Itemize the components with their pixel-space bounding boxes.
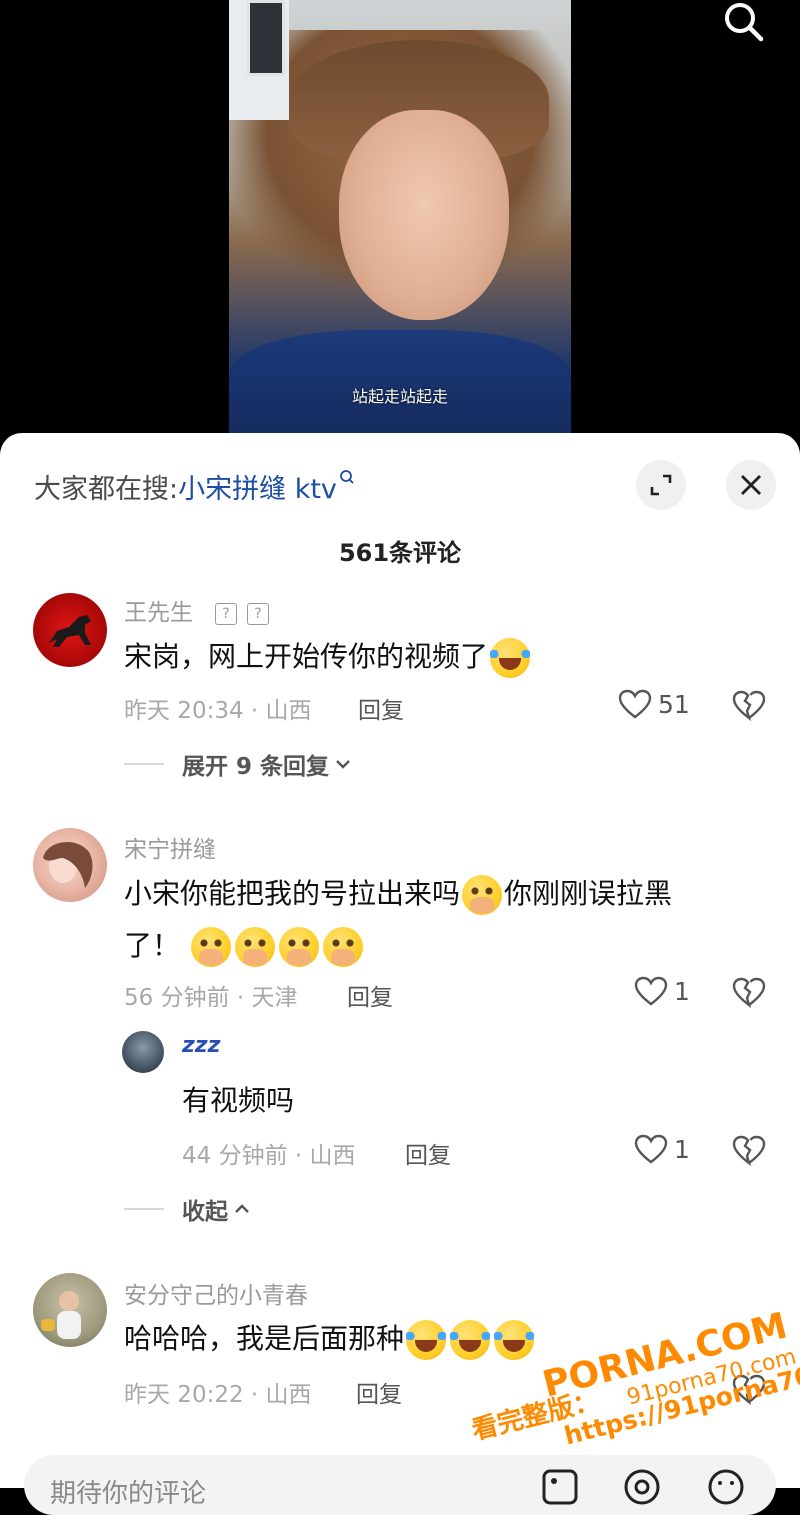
hot-search-prefix: 大家都在搜: bbox=[34, 474, 179, 505]
reply-text: 有视频吗 bbox=[182, 1084, 295, 1117]
reply-username[interactable]: zzz bbox=[182, 1033, 220, 1058]
expand-replies-label: 展开 9 条回复 bbox=[182, 754, 330, 780]
close-icon bbox=[741, 475, 761, 495]
emoji-icon[interactable] bbox=[706, 1467, 746, 1507]
comment-text: 哈哈哈，我是后面那种 bbox=[124, 1313, 536, 1365]
comment-text-line2: 了！ bbox=[124, 929, 181, 962]
teary-emoji-icon bbox=[462, 875, 503, 915]
dislike-button[interactable] bbox=[732, 689, 766, 725]
comment-username[interactable]: 王先生?? bbox=[124, 593, 269, 627]
broken-heart-icon bbox=[732, 1135, 766, 1167]
laugh-emoji-icon bbox=[490, 638, 531, 678]
search-icon bbox=[340, 470, 354, 484]
teary-emoji-icon bbox=[322, 927, 363, 967]
comment-input-bar: 期待你的评论 bbox=[0, 1441, 800, 1515]
hot-search-keyword[interactable]: 小宋拼缝 ktv bbox=[178, 474, 337, 505]
collapse-label: 收起 bbox=[182, 1199, 228, 1225]
chevron-down-icon bbox=[336, 760, 350, 769]
comment-text-body: 宋岗，网上开始传你的视频了 bbox=[124, 640, 489, 673]
expand-icon bbox=[650, 474, 672, 496]
avatar-girl-image bbox=[43, 841, 93, 888]
reply-meta: 44 分钟前 · 山西 bbox=[182, 1143, 356, 1169]
heart-icon bbox=[634, 1134, 668, 1164]
reply-button[interactable]: 回复 bbox=[405, 1136, 451, 1170]
laugh-emoji-icon bbox=[450, 1320, 491, 1360]
video-frame bbox=[229, 0, 571, 440]
comment-input-placeholder: 期待你的评论 bbox=[50, 1479, 207, 1509]
broken-heart-icon bbox=[732, 977, 766, 1009]
video-player[interactable]: 站起走站起走 bbox=[0, 0, 800, 470]
collapse-replies-button[interactable]: 收起 bbox=[124, 1192, 252, 1226]
avatar[interactable] bbox=[33, 593, 107, 667]
image-icon[interactable] bbox=[540, 1467, 580, 1507]
horse-icon bbox=[49, 615, 91, 647]
dislike-button[interactable] bbox=[732, 1373, 766, 1409]
dislike-button[interactable] bbox=[732, 1134, 766, 1170]
hot-search[interactable]: 大家都在搜:小宋拼缝 ktv bbox=[34, 467, 355, 506]
close-button[interactable] bbox=[726, 460, 776, 510]
heart-icon bbox=[618, 689, 652, 719]
broken-heart-icon bbox=[732, 690, 766, 722]
comment-count: 561条评论 bbox=[338, 539, 462, 567]
dislike-button[interactable] bbox=[732, 976, 766, 1012]
username-text[interactable]: 王先生 bbox=[124, 600, 193, 626]
laugh-emoji-icon bbox=[406, 1320, 447, 1360]
comment-sheet: 大家都在搜:小宋拼缝 ktv 561条评论 王先生?? 宋岗，网上开始传你的视频… bbox=[0, 433, 800, 1515]
like-count: 1 bbox=[674, 976, 690, 1006]
search-button[interactable] bbox=[718, 0, 766, 44]
comment-text: 宋岗，网上开始传你的视频了 bbox=[124, 631, 532, 683]
video-face bbox=[339, 110, 509, 320]
badge-icon: ? bbox=[247, 602, 269, 625]
reply-button[interactable]: 回复 bbox=[347, 978, 393, 1012]
comment-username[interactable]: 宋宁拼缝 bbox=[124, 830, 216, 864]
expand-button[interactable] bbox=[636, 460, 686, 510]
comment-text-line1-tail: 你刚刚误拉黑 bbox=[504, 877, 673, 910]
comment-text-body: 哈哈哈，我是后面那种 bbox=[124, 1322, 405, 1355]
reply-button[interactable]: 回复 bbox=[358, 691, 404, 725]
like-button[interactable]: 1 bbox=[634, 976, 690, 1006]
divider-line bbox=[124, 1208, 164, 1210]
comment-meta: 昨天 20:22 · 山西 bbox=[124, 1382, 312, 1408]
heart-icon bbox=[634, 976, 668, 1006]
chevron-up-icon bbox=[235, 1204, 249, 1213]
like-button[interactable]: 1 bbox=[634, 1134, 690, 1164]
avatar[interactable] bbox=[33, 1273, 107, 1347]
like-button[interactable]: 51 bbox=[618, 689, 690, 719]
video-window bbox=[247, 0, 285, 76]
badge-icon: ? bbox=[215, 602, 237, 625]
comment-meta: 56 分钟前 · 天津 bbox=[124, 985, 298, 1011]
avatar-child-image bbox=[41, 1291, 81, 1339]
reply-button[interactable]: 回复 bbox=[356, 1375, 402, 1409]
like-count: 51 bbox=[658, 689, 690, 719]
mention-icon[interactable] bbox=[622, 1467, 662, 1507]
video-subtitle: 站起走站起走 bbox=[351, 387, 448, 406]
like-count: 1 bbox=[674, 1134, 690, 1164]
teary-emoji-icon bbox=[278, 927, 319, 967]
comment-text-line1: 小宋你能把我的号拉出来吗 bbox=[124, 877, 461, 910]
comment-input[interactable]: 期待你的评论 bbox=[24, 1455, 776, 1515]
avatar[interactable] bbox=[33, 828, 107, 902]
comment-meta: 昨天 20:34 · 山西 bbox=[124, 698, 312, 724]
broken-heart-icon bbox=[732, 1374, 766, 1406]
teary-emoji-icon bbox=[234, 927, 275, 967]
divider-line bbox=[124, 763, 164, 765]
avatar[interactable] bbox=[122, 1031, 164, 1073]
expand-replies-button[interactable]: 展开 9 条回复 bbox=[124, 747, 353, 781]
comment-text: 小宋你能把我的号拉出来吗 你刚刚误拉黑 了！ bbox=[124, 868, 764, 972]
search-icon bbox=[725, 3, 764, 42]
video-building bbox=[229, 0, 289, 120]
comment-username[interactable]: 安分守己的小青春 bbox=[124, 1276, 308, 1310]
teary-emoji-icon bbox=[190, 927, 231, 967]
laugh-emoji-icon bbox=[494, 1320, 535, 1360]
